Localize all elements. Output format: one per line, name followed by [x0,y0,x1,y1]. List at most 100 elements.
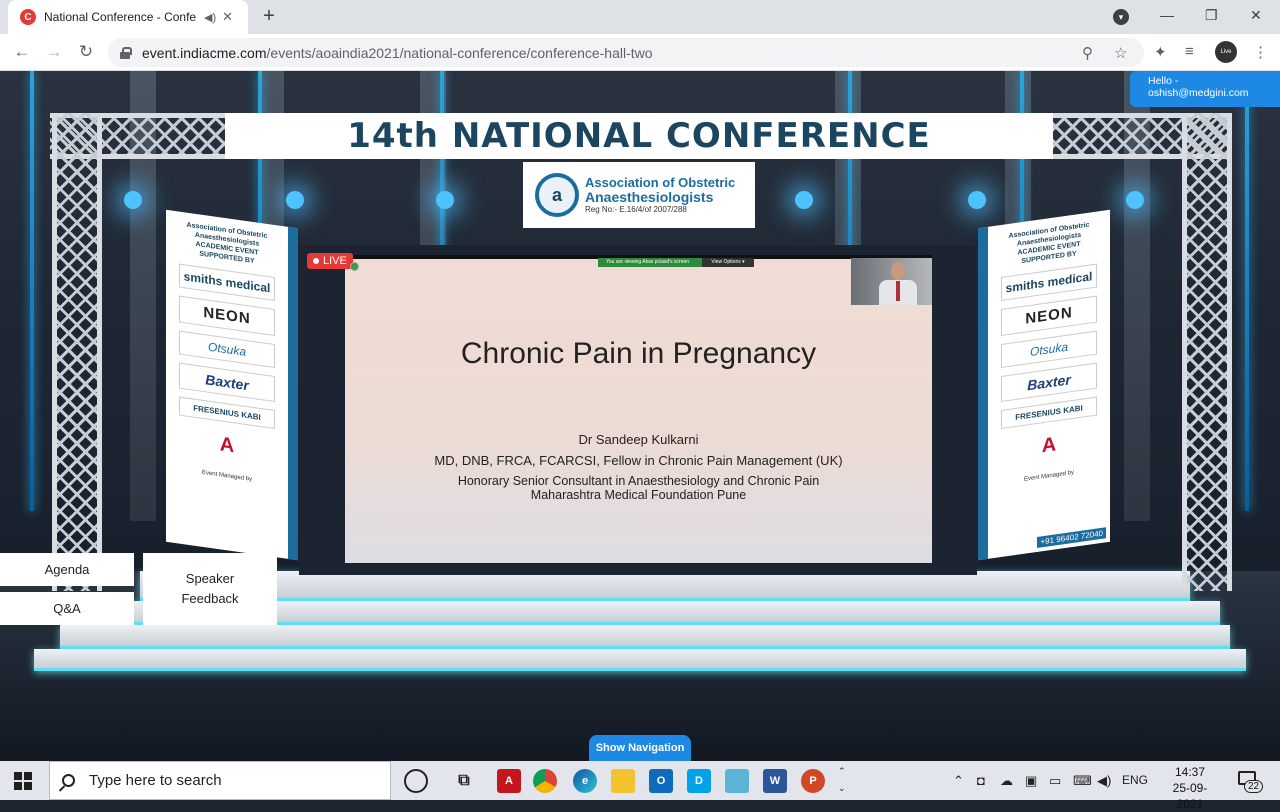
task-view-icon[interactable]: ⧉ [452,769,476,793]
tab-title: National Conference - Confe [44,10,197,24]
network-icon[interactable]: ⌨ [1073,773,1092,789]
conference-banner: 14th NATIONAL CONFERENCE [225,113,1053,159]
sponsor-heading: Association of Obstetric Anaesthesiologi… [186,221,268,266]
file-explorer-icon[interactable] [611,769,635,793]
cortana-icon[interactable] [404,769,428,793]
slide-role-line1: Honorary Senior Consultant in Anaesthesi… [457,474,820,488]
slide-title: Chronic Pain in Pregnancy [460,337,817,370]
blue-light-strip [1245,71,1249,511]
profile-avatar[interactable]: Live Truth [1215,41,1237,77]
speaker-feedback-button[interactable]: Speaker Feedback [143,553,277,625]
security-shield-icon [350,262,359,271]
taskbar-search-box[interactable]: Type here to search [49,761,391,800]
close-window-icon[interactable]: ✕ [1250,7,1262,24]
speaker-video-thumbnail[interactable] [851,258,932,305]
close-tab-icon[interactable]: ✕ [222,9,233,25]
sponsor-logo: Baxter [179,362,275,403]
lock-icon[interactable] [120,46,132,59]
live-dot-icon [313,258,319,264]
blue-light-strip [30,71,34,511]
association-emblem-icon: a [535,173,579,217]
update-icon[interactable]: ▣ [1025,773,1037,789]
sponsor-logo: Baxter [1001,362,1097,403]
stage-step [60,625,1230,649]
dell-icon[interactable]: D [687,769,711,793]
sponsor-heading: Association of Obstetric Anaesthesiologi… [1008,221,1090,266]
sponsor-logo: A [219,433,235,458]
spotlight [968,191,986,209]
edge-icon[interactable]: e [573,769,597,793]
sponsor-logo: NEON [179,295,275,337]
volume-icon[interactable]: ◀) [1097,773,1111,789]
restore-icon[interactable]: ❐ [1205,7,1218,24]
url-host: event.indiacme.com [142,44,267,61]
browser-toolbar: ← → ↻ event.indiacme.com/events/aoaindia… [0,34,1280,77]
reading-list-icon[interactable]: ≡ [1185,43,1194,60]
notification-count-badge: 22 [1244,780,1264,793]
url-path: /events/aoaindia2021/national-conference… [266,44,653,61]
bookmark-star-icon[interactable]: ☆ [1114,44,1127,62]
battery-icon[interactable]: ▭ [1049,773,1061,789]
qa-button[interactable]: Q&A [0,592,134,625]
word-icon[interactable]: W [763,769,787,793]
association-logo-board: a Association of Obstetric Anaesthesiolo… [523,162,755,228]
speaker-head [891,262,905,280]
clock-date: 25-09-2021 [1172,781,1208,811]
site-favicon-icon: C [20,9,36,25]
outlook-icon[interactable]: O [649,769,673,793]
sponsor-logo: Otsuka [1001,330,1097,369]
show-navigation-button[interactable]: Show Navigation [589,735,691,761]
sponsor-logo: smiths medical [179,263,275,302]
onedrive-icon[interactable]: ☁ [1000,773,1013,789]
url-text[interactable]: event.indiacme.com/events/aoaindia2021/n… [142,45,653,61]
association-name-line2: Anaesthesiologists [585,189,714,205]
windows-start-icon[interactable] [14,772,32,790]
browser-tab[interactable]: C National Conference - Confe ◀) ✕ [8,0,248,34]
zoom-icon[interactable]: ⚲ [1082,44,1093,62]
acrobat-icon[interactable]: A [497,769,521,793]
share-notice: You are viewing Akas pciasd's screen [606,259,690,265]
spotlight [124,191,142,209]
stage-step [140,571,1190,601]
back-icon[interactable]: ← [12,42,32,62]
new-tab-button[interactable]: + [258,6,280,28]
event-managed-by: Event Managed by [1023,469,1075,483]
virtual-stage: 14th NATIONAL CONFERENCE a Association o… [0,71,1280,761]
contact-phone: +91 96402 72040 [1037,527,1106,548]
forward-icon[interactable]: → [44,42,64,62]
user-greeting: Hello - oshish@medgini.com [1130,71,1280,107]
app-icon[interactable] [725,769,749,793]
sponsor-logo: NEON [1001,295,1097,337]
live-label: LIVE [323,255,347,267]
screen-share-banner: You are viewing Akas pciasd's screen Vie… [598,258,754,267]
truss-right [1182,113,1232,591]
meet-now-icon[interactable]: ◘ [977,773,985,788]
sponsor-panel-left: Association of Obstetric Anaesthesiologi… [166,209,298,561]
greeting-label: Hello - [1148,75,1179,87]
feedback-label-line1: Speaker [185,571,235,586]
stage-step [34,649,1246,671]
truss-left [52,113,102,591]
conference-title: 14th NATIONAL CONFERENCE [347,116,931,156]
show-hidden-icons-icon[interactable]: ⌃ [953,773,964,789]
windows-taskbar: Type here to search ⧉ A e O D W P ⌃ ⌄ ⌃ ◘… [0,761,1280,811]
reload-icon[interactable]: ↻ [76,42,96,62]
taskbar-scroll-icon[interactable]: ⌃ ⌄ [838,763,846,797]
sponsor-logo: FRESENIUS KABI [1001,396,1097,430]
language-indicator[interactable]: ENG [1122,773,1148,787]
agenda-button[interactable]: Agenda [0,553,134,586]
taskbar-clock[interactable]: 14:37 25-09-2021 [1160,764,1220,812]
address-bar[interactable]: event.indiacme.com/events/aoaindia2021/n… [108,38,1144,67]
audio-playing-icon[interactable]: ◀) [204,11,216,24]
live-badge: LIVE [307,253,353,269]
minimize-icon[interactable]: — [1160,7,1174,23]
slide-speaker-name: Dr Sandeep Kulkarni [578,432,699,447]
sponsor-logo: smiths medical [1001,263,1097,302]
menu-kebab-icon[interactable]: ⋮ [1253,43,1268,61]
tab-search-icon[interactable]: ▾ [1113,9,1129,25]
chrome-icon[interactable] [533,769,557,793]
powerpoint-icon[interactable]: P [801,769,825,793]
user-email: oshish@medgini.com [1148,87,1249,99]
view-options-button[interactable]: View Options ▾ [702,258,754,267]
extensions-icon[interactable]: ✦ [1154,43,1167,61]
